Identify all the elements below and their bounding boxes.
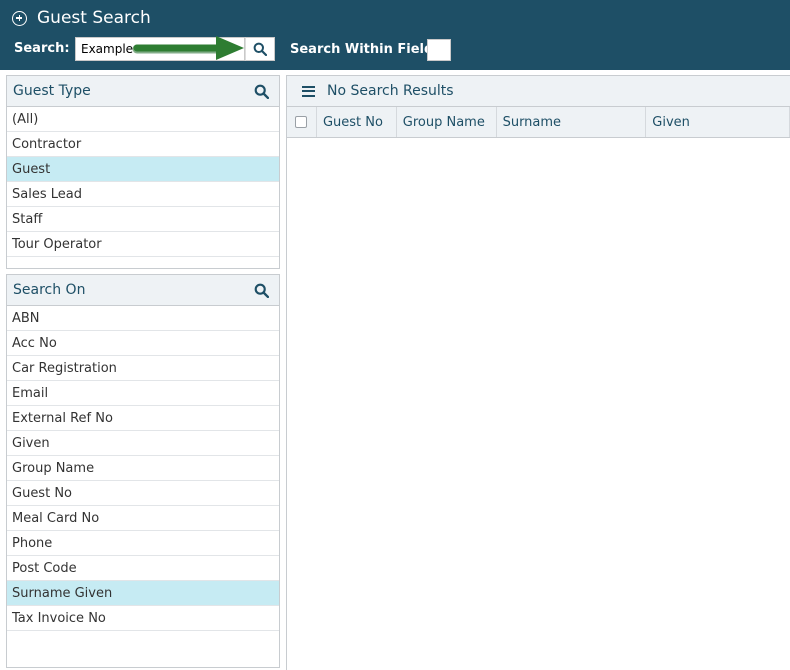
guest-type-item-tour-operator[interactable]: Tour Operator: [7, 232, 279, 257]
search-on-item-acc-no[interactable]: Acc No: [7, 331, 279, 356]
search-icon[interactable]: [254, 283, 269, 298]
search-on-title: Search On: [13, 282, 86, 298]
header-bar: Guest Search Search: Search Within Field…: [0, 0, 790, 70]
page-title: Guest Search: [37, 8, 151, 28]
guest-type-list: (All) Contractor Guest Sales Lead Staff Tour …: [7, 107, 279, 257]
search-label: Search:: [14, 41, 70, 56]
search-on-item-phone[interactable]: Phone: [7, 531, 279, 556]
column-guest-no[interactable]: Guest No: [317, 107, 397, 137]
select-all-column: [287, 107, 317, 137]
search-icon: [253, 42, 267, 56]
search-within-field-label: Search Within Field:: [290, 42, 439, 57]
search-on-item-email[interactable]: Email: [7, 381, 279, 406]
search-on-header: Search On: [7, 275, 279, 306]
column-surname[interactable]: Surname: [497, 107, 647, 137]
search-on-item-group-name[interactable]: Group Name: [7, 456, 279, 481]
title-row: Guest Search: [12, 7, 151, 29]
search-on-item-guest-no[interactable]: Guest No: [7, 481, 279, 506]
search-on-item-abn[interactable]: ABN: [7, 306, 279, 331]
search-on-panel: Search On ABN Acc No Car Registration Email…: [6, 274, 280, 668]
results-column-header: Guest No Group Name Surname Given: [287, 107, 790, 138]
search-on-item-surname-given[interactable]: Surname Given: [7, 581, 279, 606]
search-on-list: ABN Acc No Car Registration Email External R…: [7, 306, 279, 631]
search-on-item-post-code[interactable]: Post Code: [7, 556, 279, 581]
guest-type-title: Guest Type: [13, 83, 91, 99]
search-on-item-car-registration[interactable]: Car Registration: [7, 356, 279, 381]
guest-type-item-all[interactable]: (All): [7, 107, 279, 132]
guest-type-header: Guest Type: [7, 76, 279, 107]
select-all-checkbox[interactable]: [295, 116, 308, 128]
results-panel: No Search Results Guest No Group Name Su…: [286, 75, 790, 670]
search-on-item-given[interactable]: Given: [7, 431, 279, 456]
search-on-item-external-ref-no[interactable]: External Ref No: [7, 406, 279, 431]
guest-type-item-staff[interactable]: Staff: [7, 207, 279, 232]
search-input[interactable]: [75, 37, 245, 61]
guest-type-item-contractor[interactable]: Contractor: [7, 132, 279, 157]
search-icon[interactable]: [254, 84, 269, 99]
search-button[interactable]: [245, 37, 275, 61]
plus-circle-icon[interactable]: [12, 10, 27, 26]
column-group-name[interactable]: Group Name: [397, 107, 497, 137]
results-header: No Search Results: [287, 76, 790, 107]
search-within-field-checkbox[interactable]: [427, 39, 451, 61]
search-on-item-meal-card-no[interactable]: Meal Card No: [7, 506, 279, 531]
column-given[interactable]: Given: [646, 107, 790, 137]
results-title: No Search Results: [327, 83, 454, 99]
guest-type-item-sales-lead[interactable]: Sales Lead: [7, 182, 279, 207]
guest-type-item-guest[interactable]: Guest: [7, 157, 279, 182]
guest-type-panel: Guest Type (All) Contractor Guest Sales Lea…: [6, 75, 280, 269]
search-on-item-tax-invoice-no[interactable]: Tax Invoice No: [7, 606, 279, 631]
menu-icon[interactable]: [302, 85, 315, 97]
